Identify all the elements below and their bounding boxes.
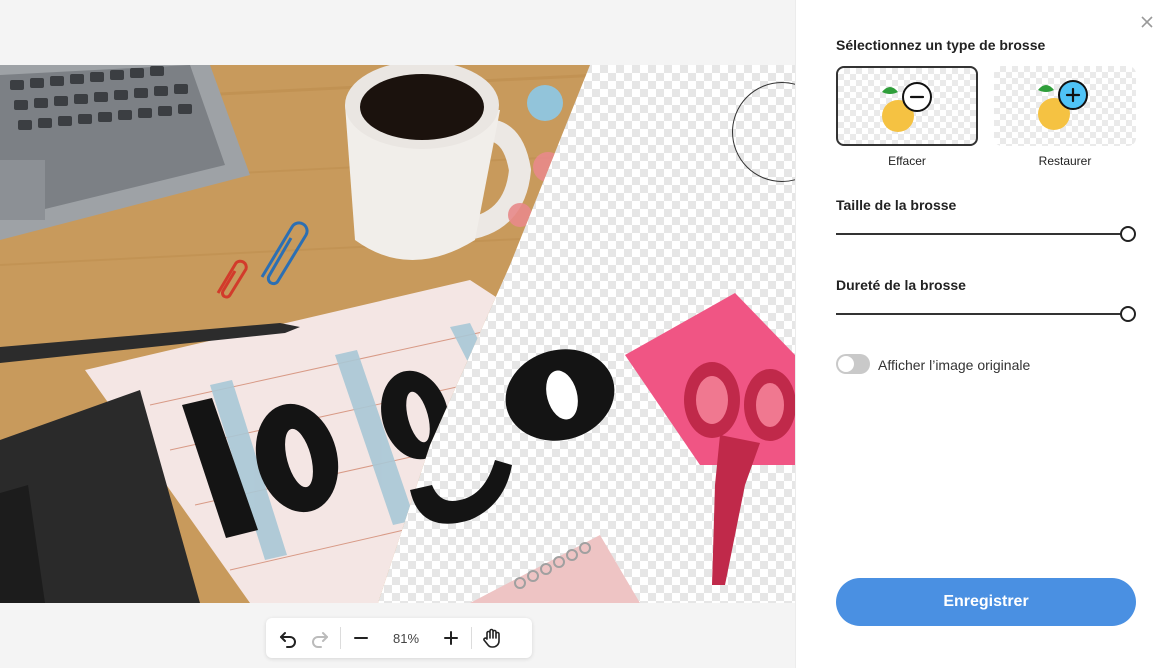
toggle-knob xyxy=(838,356,854,372)
hand-icon xyxy=(483,628,500,648)
zoom-out-button[interactable] xyxy=(345,622,377,654)
save-button[interactable]: Enregistrer xyxy=(836,578,1136,626)
toolbar-divider xyxy=(340,627,341,649)
brush-type-restore-label: Restaurer xyxy=(1038,154,1092,168)
brush-hardness-label: Dureté de la brosse xyxy=(836,277,966,293)
image-canvas[interactable] xyxy=(0,65,795,603)
zoom-level: 81% xyxy=(392,630,420,646)
slider-track xyxy=(836,313,1128,315)
show-original-toggle[interactable] xyxy=(836,354,870,374)
minus-icon xyxy=(354,637,368,639)
show-original-label: Afficher l’image originale xyxy=(878,357,1031,373)
brush-type-restore[interactable] xyxy=(994,66,1136,146)
orange-restore-illustration xyxy=(1038,80,1088,130)
brush-type-title: Sélectionnez un type de brosse xyxy=(836,37,1046,53)
brush-hardness-slider[interactable] xyxy=(836,306,1136,322)
brush-type-erase[interactable] xyxy=(836,66,978,146)
slider-thumb[interactable] xyxy=(1120,226,1136,242)
brush-size-slider[interactable] xyxy=(836,226,1136,242)
orange-erase-illustration xyxy=(882,82,932,132)
plus-icon xyxy=(444,631,458,645)
undo-icon xyxy=(280,632,296,648)
slider-thumb[interactable] xyxy=(1120,306,1136,322)
slider-track xyxy=(836,233,1128,235)
close-icon xyxy=(1141,16,1153,28)
redo-icon xyxy=(312,632,328,648)
pan-tool-button[interactable] xyxy=(476,622,508,654)
canvas-toolbar: 81% xyxy=(266,618,532,658)
brush-type-erase-label: Effacer xyxy=(888,154,926,168)
redo-button[interactable] xyxy=(304,622,336,654)
toolbar-divider xyxy=(471,627,472,649)
undo-button[interactable] xyxy=(272,622,304,654)
close-button[interactable] xyxy=(1139,14,1155,30)
brush-settings-panel: Sélectionnez un type de brosse Effacer R… xyxy=(795,0,1172,668)
editor-canvas-area[interactable]: 81% xyxy=(0,0,795,668)
edited-photo xyxy=(0,65,795,603)
zoom-in-button[interactable] xyxy=(435,622,467,654)
brush-size-label: Taille de la brosse xyxy=(836,197,957,213)
